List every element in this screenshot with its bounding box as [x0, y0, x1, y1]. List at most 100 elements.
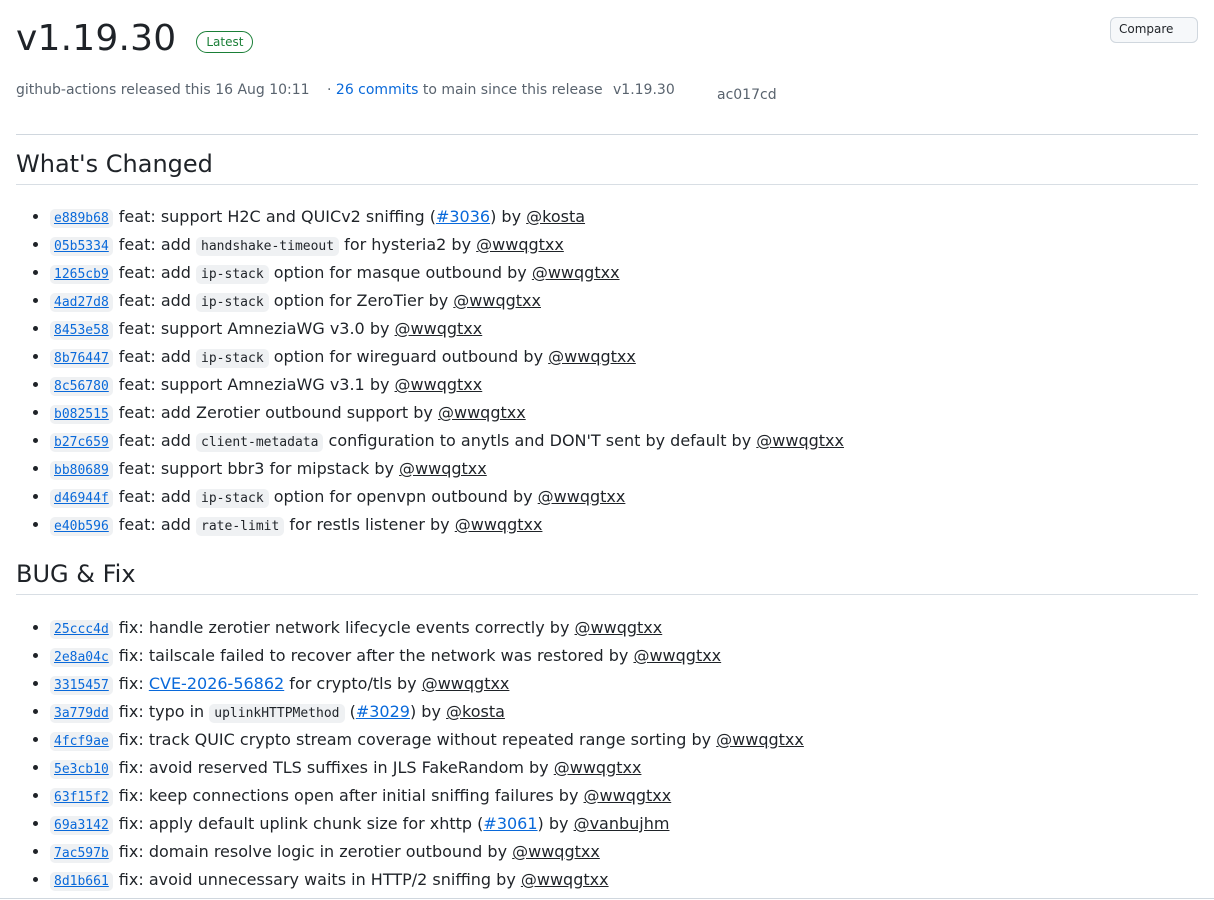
commits-link[interactable]: 26 commits — [336, 82, 418, 98]
commit-sha-link[interactable]: bb80689 — [50, 461, 113, 480]
item-text: ( — [344, 702, 356, 721]
bug-fix-list: 25ccc4d fix: handle zerotier network life… — [16, 614, 1190, 894]
user-mention-link[interactable]: @wwqgtxx — [399, 459, 487, 478]
commit-sha-link[interactable]: 3a779dd — [50, 704, 113, 723]
commit-sha-link[interactable]: 8d1b661 — [50, 872, 113, 891]
release-meta: github-actions released this 16 Aug 10:1… — [16, 82, 1198, 112]
commit-sha-link[interactable]: 1265cb9 — [50, 265, 113, 284]
user-mention-link[interactable]: @wwqgtxx — [756, 431, 844, 450]
commit-sha-link[interactable]: 3315457 — [50, 676, 113, 695]
user-mention-link[interactable]: @wwqgtxx — [395, 375, 483, 394]
release-author[interactable]: github-actions — [16, 82, 116, 98]
commit-sha-link[interactable]: b082515 — [50, 405, 113, 424]
commits-suffix: to main since this release — [422, 82, 603, 98]
release-version[interactable]: v1.19.30 — [16, 18, 176, 59]
release-commit[interactable]: ac017cd — [717, 87, 777, 103]
release-title-row: v1.19.30 Latest — [16, 18, 254, 59]
list-item: 4ad27d8 feat: add ip-stack option for Zer… — [50, 287, 1190, 315]
item-text: option for openvpn outbound by — [268, 487, 538, 506]
user-mention-link[interactable]: @vanbujhm — [574, 814, 670, 833]
user-mention-link[interactable]: @wwqgtxx — [512, 842, 600, 861]
compare-button[interactable]: Compare — [1110, 17, 1198, 43]
inline-code: rate-limit — [196, 517, 285, 536]
user-mention-link[interactable]: @wwqgtxx — [453, 291, 541, 310]
commit-sha-link[interactable]: 5e3cb10 — [50, 760, 113, 779]
reference-link[interactable]: CVE-2026-56862 — [149, 674, 284, 693]
item-text: feat: support AmneziaWG v3.1 by — [118, 375, 395, 394]
item-text: fix: handle zerotier network lifecycle e… — [118, 618, 575, 637]
commit-sha-link[interactable]: 8b76447 — [50, 349, 113, 368]
item-text: for restls listener by — [284, 515, 455, 534]
item-text: ) by — [537, 814, 574, 833]
commit-sha-link[interactable]: 4fcf9ae — [50, 732, 113, 751]
user-mention-link[interactable]: @wwqgtxx — [476, 235, 564, 254]
commit-sha-link[interactable]: 2e8a04c — [50, 648, 113, 667]
reference-link[interactable]: #3036 — [436, 207, 490, 226]
commit-sha-link[interactable]: 63f15f2 — [50, 788, 113, 807]
commit-sha-link[interactable]: 8453e58 — [50, 321, 113, 340]
commits-line: · 26 commits to main since this release — [327, 82, 603, 98]
user-mention-link[interactable]: @wwqgtxx — [633, 646, 721, 665]
list-item: 8453e58 feat: support AmneziaWG v3.0 by @… — [50, 315, 1190, 343]
list-item: 05b5334 feat: add handshake-timeout for h… — [50, 231, 1190, 259]
user-mention-link[interactable]: @wwqgtxx — [438, 403, 526, 422]
released-text: released this — [120, 82, 211, 98]
item-text: fix: apply default uplink chunk size for… — [118, 814, 484, 833]
list-item: 3315457 fix: CVE-2026-56862 for crypto/tl… — [50, 670, 1190, 698]
list-item: b27c659 feat: add client-metadata configu… — [50, 427, 1190, 455]
list-item: 25ccc4d fix: handle zerotier network life… — [50, 614, 1190, 642]
user-mention-link[interactable]: @wwqgtxx — [422, 674, 510, 693]
list-item: 1265cb9 feat: add ip-stack option for mas… — [50, 259, 1190, 287]
inline-code: uplinkHTTPMethod — [209, 704, 345, 723]
commit-sha-link[interactable]: 05b5334 — [50, 237, 113, 256]
commit-sha-link[interactable]: e889b68 — [50, 209, 113, 228]
item-text: feat: add — [118, 431, 197, 450]
user-mention-link[interactable]: @kosta — [446, 702, 505, 721]
commit-sha-link[interactable]: 69a3142 — [50, 816, 113, 835]
item-text: configuration to anytls and DON'T sent b… — [323, 431, 757, 450]
reference-link[interactable]: #3029 — [356, 702, 410, 721]
user-mention-link[interactable]: @kosta — [526, 207, 585, 226]
item-text: ) by — [409, 702, 446, 721]
commit-sha-link[interactable]: 4ad27d8 — [50, 293, 113, 312]
user-mention-link[interactable]: @wwqgtxx — [575, 618, 663, 637]
user-mention-link[interactable]: @wwqgtxx — [538, 487, 626, 506]
commit-sha-link[interactable]: 25ccc4d — [50, 620, 113, 639]
inline-code: ip-stack — [196, 265, 269, 284]
item-text: fix: track QUIC crypto stream coverage w… — [118, 730, 717, 749]
release-date: 16 Aug 10:11 — [215, 82, 310, 98]
inline-code: handshake-timeout — [196, 237, 340, 256]
commit-sha-link[interactable]: 7ac597b — [50, 844, 113, 863]
list-item: 63f15f2 fix: keep connections open after … — [50, 782, 1190, 810]
item-text: fix: domain resolve logic in zerotier ou… — [118, 842, 513, 861]
reference-link[interactable]: #3061 — [483, 814, 537, 833]
list-item: b082515 feat: add Zerotier outbound suppo… — [50, 399, 1190, 427]
user-mention-link[interactable]: @wwqgtxx — [548, 347, 636, 366]
latest-badge: Latest — [196, 30, 254, 53]
list-item: e40b596 feat: add rate-limit for restls l… — [50, 511, 1190, 539]
user-mention-link[interactable]: @wwqgtxx — [554, 758, 642, 777]
user-mention-link[interactable]: @wwqgtxx — [395, 319, 483, 338]
item-text: feat: add — [118, 487, 197, 506]
inline-code: client-metadata — [196, 433, 324, 452]
list-item: bb80689 feat: support bbr3 for mipstack b… — [50, 455, 1190, 483]
item-text: feat: add — [118, 347, 197, 366]
item-text: option for ZeroTier by — [268, 291, 454, 310]
item-text: feat: support H2C and QUICv2 sniffing ( — [118, 207, 436, 226]
user-mention-link[interactable]: @wwqgtxx — [455, 515, 543, 534]
release-tag[interactable]: v1.19.30 — [613, 82, 675, 98]
item-text: fix: typo in — [118, 702, 210, 721]
user-mention-link[interactable]: @wwqgtxx — [716, 730, 804, 749]
inline-code: ip-stack — [196, 293, 269, 312]
commit-sha-link[interactable]: e40b596 — [50, 517, 113, 536]
list-item: 4fcf9ae fix: track QUIC crypto stream cov… — [50, 726, 1190, 754]
user-mention-link[interactable]: @wwqgtxx — [584, 786, 672, 805]
list-item: 5e3cb10 fix: avoid reserved TLS suffixes … — [50, 754, 1190, 782]
commit-sha-link[interactable]: b27c659 — [50, 433, 113, 452]
user-mention-link[interactable]: @wwqgtxx — [521, 870, 609, 889]
commit-sha-link[interactable]: 8c56780 — [50, 377, 113, 396]
list-item: d46944f feat: add ip-stack option for ope… — [50, 483, 1190, 511]
commit-sha-link[interactable]: d46944f — [50, 489, 113, 508]
user-mention-link[interactable]: @wwqgtxx — [532, 263, 620, 282]
inline-code: ip-stack — [196, 349, 269, 368]
